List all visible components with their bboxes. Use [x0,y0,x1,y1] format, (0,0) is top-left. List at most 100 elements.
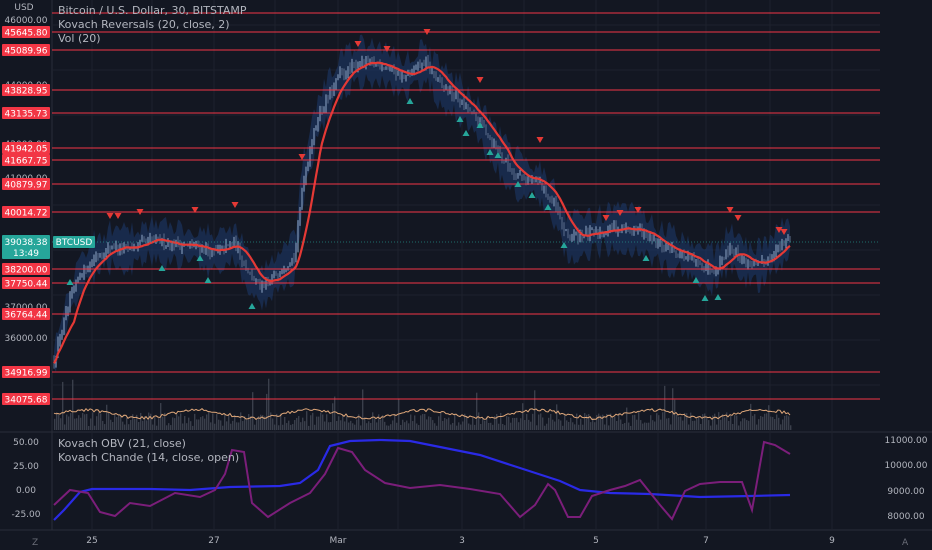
legend-title[interactable]: Bitcoin / U.S. Dollar, 30, BITSTAMP [58,4,247,17]
volume-bar [284,417,286,430]
volume-bar [82,412,84,430]
volume-bar [324,421,326,430]
volume-bar [518,422,520,430]
volume-bar [540,413,542,430]
volume-bar [582,424,584,430]
oscillator-tick-label: 25.00 [13,462,39,472]
volume-bar [638,412,640,430]
volume-bar [124,424,126,430]
volume-bar [456,425,458,430]
volume-bar [332,403,334,430]
obv-tick-label: 8000.00 [887,512,924,522]
volume-bar [442,420,444,430]
volume-bar [618,413,620,430]
volume-bar [312,412,314,430]
volume-bar [306,411,308,430]
volume-bar [492,424,494,430]
volume-bar [424,413,426,430]
volume-bar [220,420,222,430]
volume-bar [216,414,218,430]
volume-bar [322,414,324,430]
volume-bar [156,425,158,430]
volume-bar [426,419,428,430]
volume-bar [212,413,214,430]
volume-bar [688,424,690,430]
volume-bar [746,420,748,430]
price-level-label: 34075.68 [5,396,48,406]
volume-bar [170,425,172,430]
volume-bar [732,423,734,430]
volume-bar [536,425,538,430]
volume-bar [646,422,648,430]
volume-bar [278,425,280,430]
volume-bar [484,420,486,430]
legend-indicator-reversals[interactable]: Kovach Reversals (20, close, 2) [58,18,230,31]
legend-indicator-volume[interactable]: Vol (20) [58,32,101,45]
volume-bar [562,425,564,430]
volume-bar [524,420,526,430]
volume-bar [478,412,480,430]
volume-bar [314,424,316,430]
volume-bar [376,422,378,430]
volume-bar [512,417,514,430]
volume-bar [558,419,560,430]
volume-bar [744,418,746,430]
volume-bar [328,422,330,430]
volume-bar [490,422,492,430]
volume-bar [754,414,756,430]
volume-bar [336,421,338,430]
volume-bar [360,425,362,430]
volume-bar [584,413,586,430]
volume-bar [410,414,412,430]
volume-bar [368,421,370,430]
volume-bar [58,414,60,430]
volume-bar [506,416,508,430]
volume-bar [644,422,646,430]
volume-bar [386,425,388,430]
volume-bar [406,420,408,430]
volume-bar [174,418,176,430]
volume-bar [438,416,440,430]
volume-bar [114,413,116,430]
volume-bar [412,421,414,430]
legend-indicator-chande[interactable]: Kovach Chande (14, close, open) [58,451,239,464]
volume-bar [778,417,780,430]
volume-bar [444,417,446,430]
volume-bar [230,423,232,430]
volume-bar [128,424,130,430]
volume-bar [302,417,304,430]
volume-bar [624,423,626,430]
volume-bar [292,424,294,430]
volume-bar [762,416,764,430]
timezone-button[interactable]: Z [32,538,38,548]
volume-bar [658,415,660,430]
volume-bar [62,381,64,430]
volume-bar [218,419,220,430]
price-level-label: 37750.44 [5,280,48,290]
time-axis-label: 5 [593,536,599,546]
volume-bar [348,422,350,430]
volume-bar [330,422,332,430]
volume-bar [510,422,512,430]
volume-bar [546,423,548,430]
volume-bar [384,421,386,430]
volume-bar [310,415,312,430]
volume-bar [168,423,170,430]
volume-bar [208,412,210,430]
volume-bar [556,404,558,430]
price-chart[interactable]: 46000.0044000.0042000.0041000.0037000.00… [0,0,932,550]
volume-bar [84,414,86,430]
volume-bar [564,413,566,430]
price-tick-label: 36000.00 [5,334,48,344]
volume-bar [784,415,786,430]
time-axis-label: 25 [86,536,97,546]
volume-bar [394,413,396,430]
legend-indicator-obv[interactable]: Kovach OBV (21, close) [58,437,186,450]
volume-bar [334,396,336,430]
auto-scale-button[interactable]: A [902,538,908,548]
volume-bar [566,420,568,430]
volume-bar [596,415,598,430]
volume-bar [140,412,142,430]
volume-bar [422,414,424,430]
volume-bar [472,417,474,430]
